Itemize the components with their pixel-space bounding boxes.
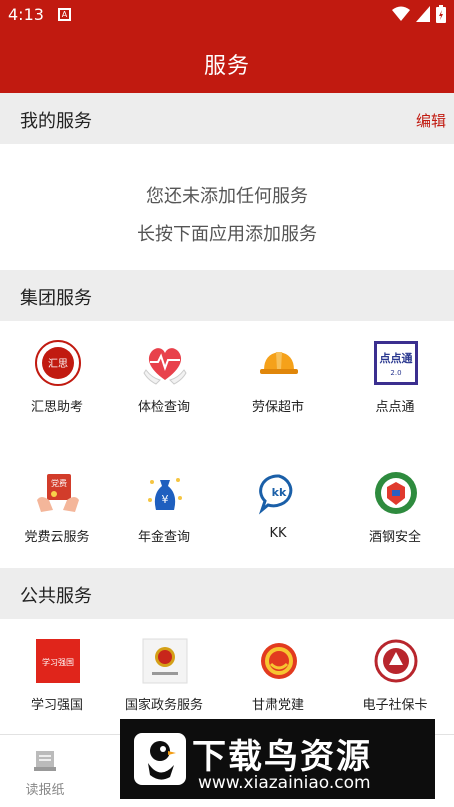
social-security-card-icon: [374, 639, 418, 683]
watermark-url: www.xiazainiao.com: [198, 773, 371, 793]
status-bar: 4:13 A: [0, 0, 454, 30]
status-time: 4:13: [8, 5, 44, 24]
service-gansu-party[interactable]: 甘肃党建: [221, 618, 335, 718]
xuexi-qiangguo-icon: 学习强国: [36, 639, 80, 683]
service-label: 酒钢安全: [368, 530, 421, 545]
svg-text:汇思: 汇思: [48, 357, 68, 370]
service-label: 体检查询: [137, 400, 190, 415]
svg-text:学习强国: 学习强国: [42, 657, 74, 667]
svg-text:kk: kk: [272, 486, 287, 499]
watermark-overlay: 下载鸟资源 www.xiazainiao.com: [120, 719, 435, 799]
group-services-header: 集团服务: [0, 270, 454, 321]
my-services-empty-state: 您还未添加任何服务 长按下面应用添加服务: [0, 144, 454, 270]
huisi-seal-icon: 汇思: [35, 340, 81, 386]
service-kk[interactable]: kk KK: [221, 450, 335, 550]
public-services-header: 公共服务: [0, 568, 454, 619]
empty-message-line2: 长按下面应用添加服务: [137, 224, 317, 245]
app-header: 服务: [0, 30, 454, 93]
service-huisi[interactable]: 汇思 汇思助考: [0, 320, 114, 420]
edit-button[interactable]: 编辑: [416, 110, 446, 131]
my-services-title: 我的服务: [20, 111, 92, 132]
service-label: 国家政务服务: [124, 698, 203, 713]
service-label: 电子社保卡: [362, 698, 428, 713]
public-services-title: 公共服务: [20, 586, 92, 607]
jisco-safety-icon: [375, 472, 417, 514]
tab-label: 读报纸: [25, 783, 65, 798]
watermark-title: 下载鸟资源: [192, 737, 372, 777]
svg-text:点点通: 点点通: [380, 351, 413, 365]
service-label: 年金查询: [137, 530, 190, 545]
svg-text:2.0: 2.0: [390, 369, 401, 377]
signal-icon: [416, 6, 430, 22]
bird-logo-icon: [134, 733, 186, 785]
service-diandiantong[interactable]: 点点通 2.0 点点通: [338, 320, 452, 420]
notification-icon: A: [58, 8, 71, 21]
svg-text:¥: ¥: [162, 493, 169, 506]
service-party-fee[interactable]: 党费 党费云服务: [0, 450, 114, 550]
service-label: KK: [269, 526, 287, 541]
group-services-title: 集团服务: [20, 288, 92, 309]
service-xuexi-qiangguo[interactable]: 学习强国 学习强国: [0, 618, 114, 718]
service-label: 甘肃党建: [251, 698, 304, 713]
wifi-icon: [392, 6, 410, 21]
page-title: 服务: [203, 54, 250, 79]
battery-icon: [436, 5, 446, 23]
service-social-security-card[interactable]: 电子社保卡: [338, 618, 452, 718]
service-labor-protection[interactable]: 劳保超市: [221, 320, 335, 420]
service-label: 汇思助考: [30, 400, 83, 415]
diandiantong-icon: 点点通 2.0: [374, 341, 418, 385]
svg-text:党费: 党费: [51, 478, 67, 488]
kk-chat-icon: kk: [258, 474, 293, 515]
newspaper-icon: [34, 751, 56, 771]
service-jisco-safety[interactable]: 酒钢安全: [338, 450, 452, 550]
annuity-money-bag-icon: ¥: [148, 478, 182, 510]
gansu-party-building-icon: [261, 643, 297, 679]
health-check-icon: [143, 348, 187, 385]
service-label: 点点通: [375, 400, 415, 415]
tab-read-newspaper[interactable]: 读报纸: [0, 735, 90, 807]
empty-message-line1: 您还未添加任何服务: [146, 186, 308, 207]
system-icons: [392, 5, 446, 23]
party-fee-icon: 党费: [37, 474, 79, 512]
my-services-header: 我的服务 编辑: [0, 93, 454, 144]
service-label: 党费云服务: [24, 530, 90, 545]
service-national-government[interactable]: 国家政务服务: [107, 618, 221, 718]
service-label: 学习强国: [30, 698, 83, 713]
national-emblem-icon: [142, 638, 188, 684]
hard-hat-icon: [260, 352, 298, 374]
service-label: 劳保超市: [251, 400, 304, 415]
service-health-check[interactable]: 体检查询: [107, 320, 221, 420]
service-annuity[interactable]: ¥ 年金查询: [107, 450, 221, 550]
